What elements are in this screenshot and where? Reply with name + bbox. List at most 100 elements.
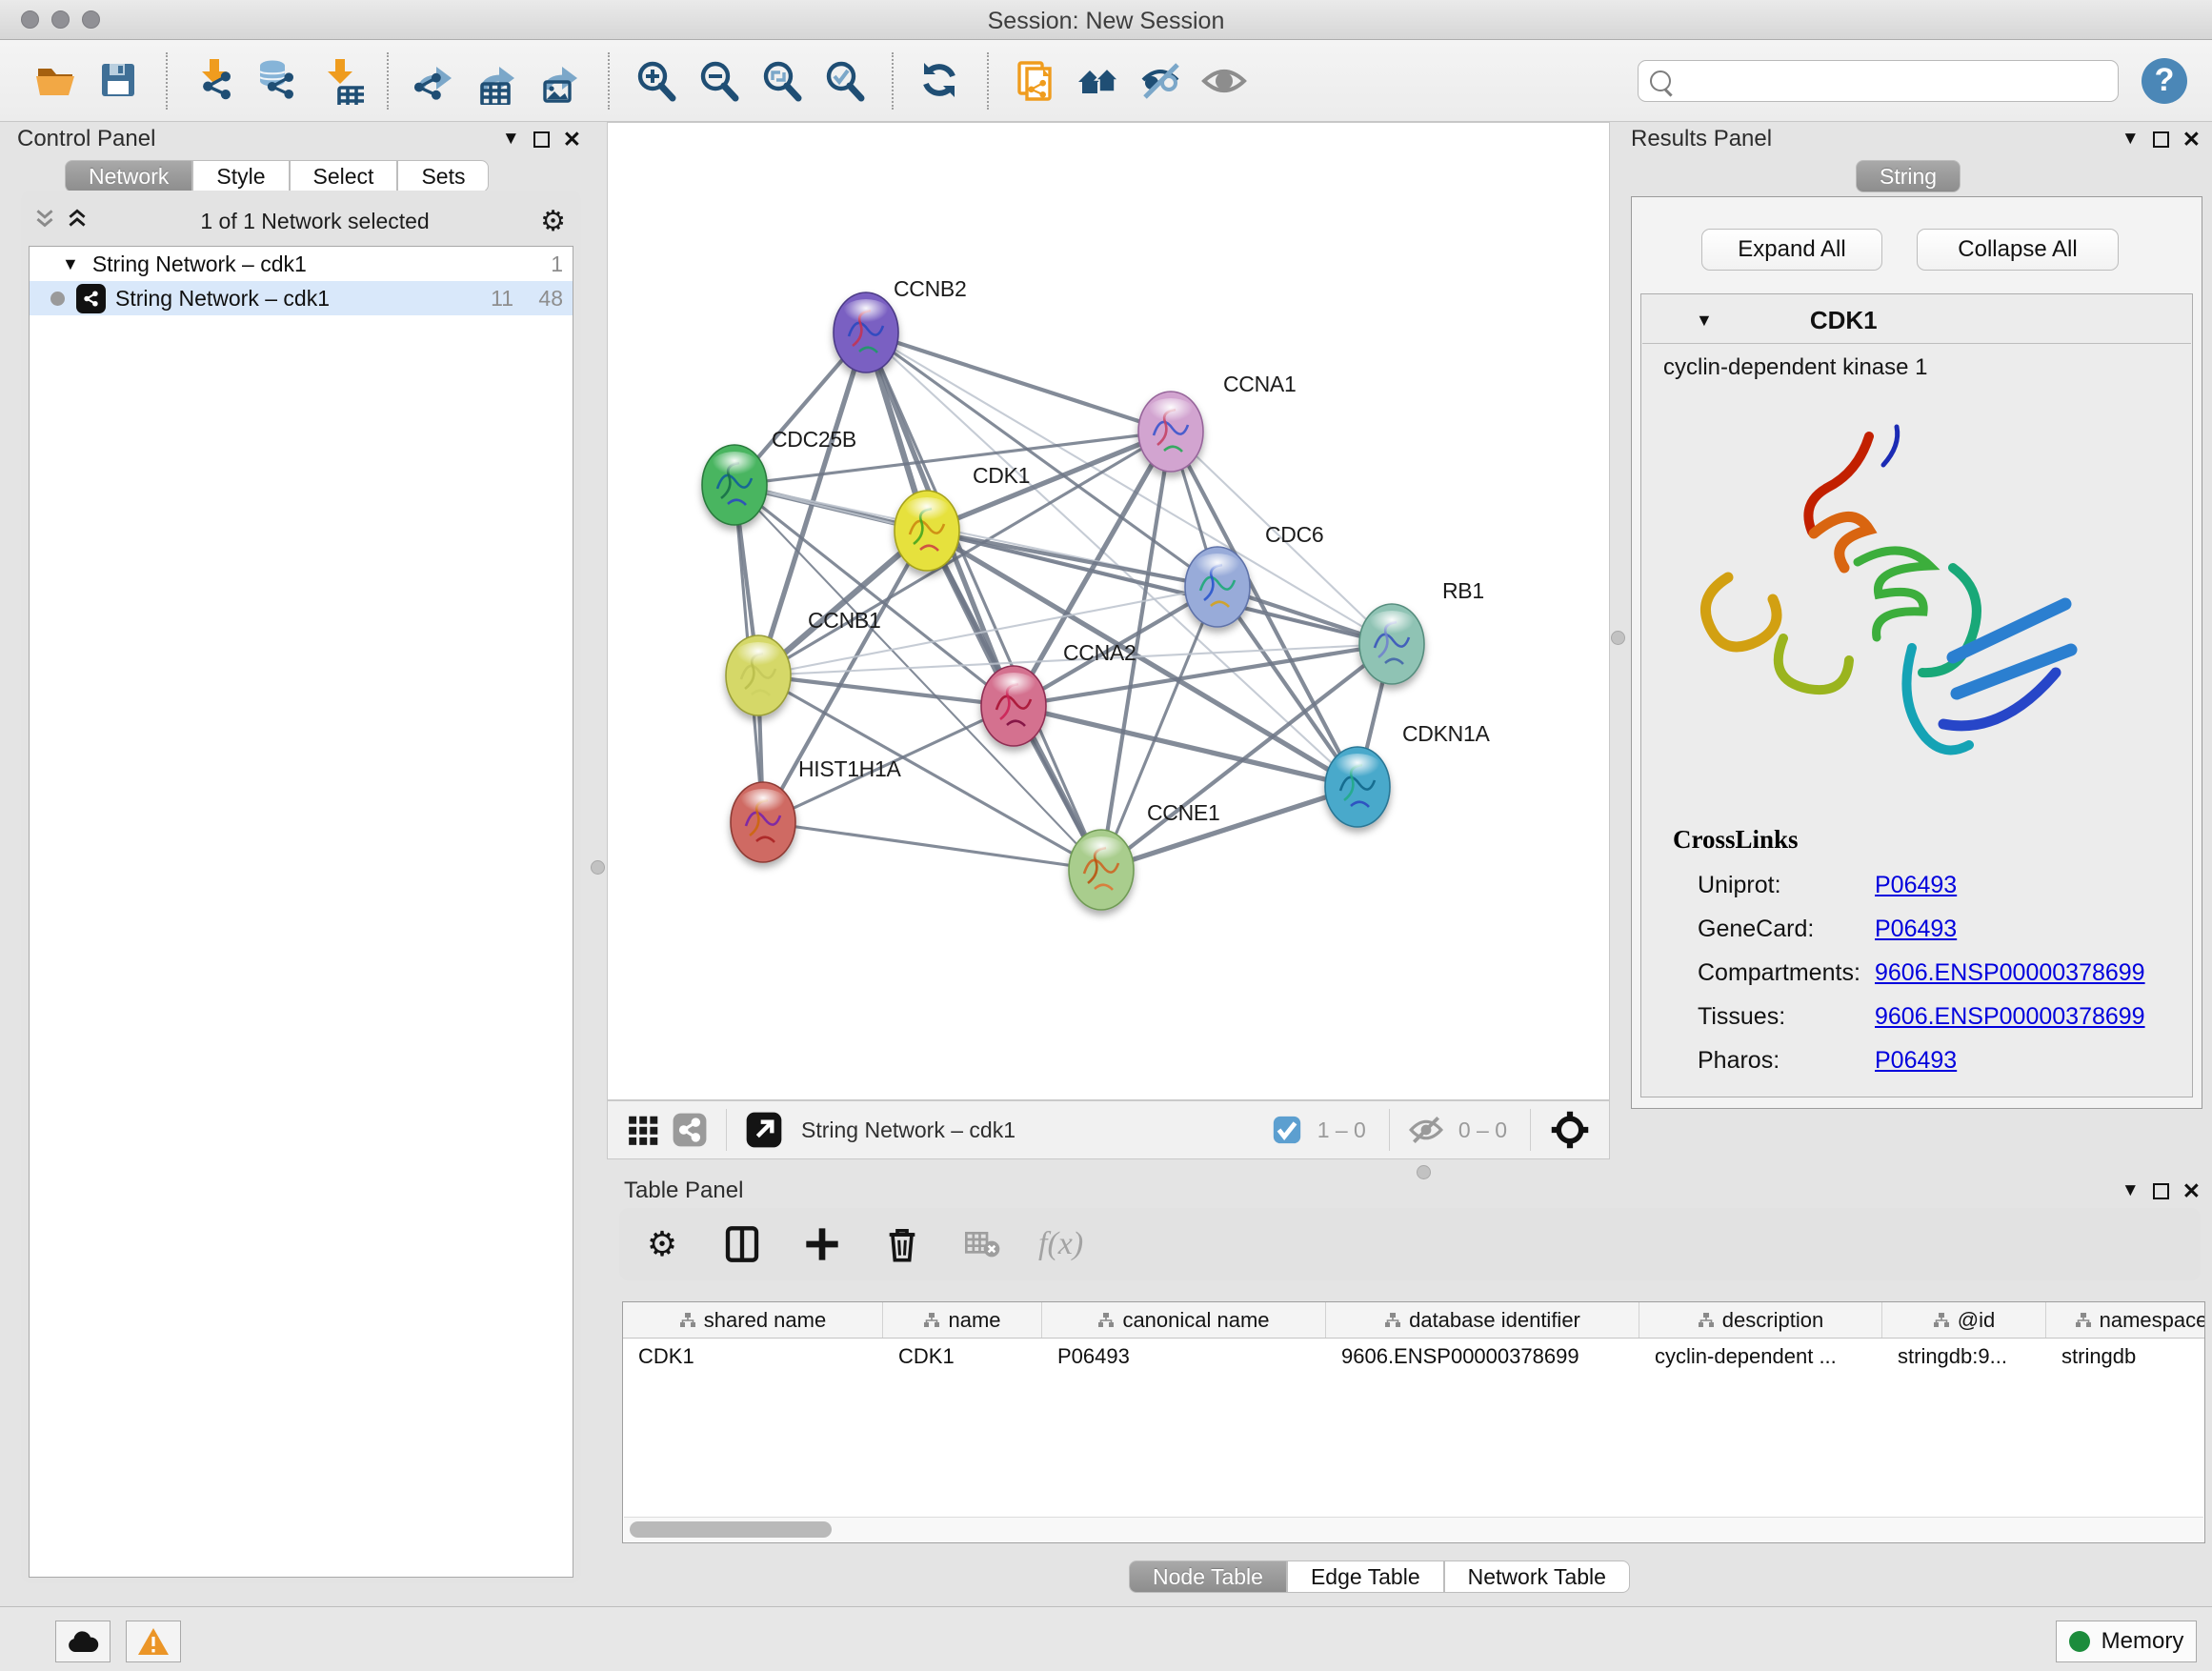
panel-close-icon[interactable]: ✕	[2182, 127, 2201, 152]
node-CDKN1A[interactable]	[1325, 747, 1390, 827]
column-header-namespace[interactable]: namespace	[2046, 1302, 2205, 1338]
node-CDC6[interactable]	[1185, 547, 1250, 627]
table-cell[interactable]: stringdb:9...	[1882, 1339, 2046, 1375]
crosslink-link[interactable]: P06493	[1875, 1047, 1957, 1075]
node-CCNA1[interactable]	[1138, 392, 1203, 472]
left-splitter-handle[interactable]	[591, 860, 605, 875]
grid-view-icon[interactable]	[626, 1112, 662, 1148]
node-RB1[interactable]	[1359, 604, 1424, 684]
column-header-@id[interactable]: @id	[1882, 1302, 2046, 1338]
crosslink-link[interactable]: P06493	[1875, 916, 1957, 943]
share-network-icon[interactable]	[672, 1112, 708, 1148]
right-splitter-handle[interactable]	[1611, 631, 1625, 645]
table-cell[interactable]: P06493	[1042, 1339, 1326, 1375]
collapse-all-networks-icon[interactable]	[65, 207, 90, 236]
import-network-icon[interactable]	[188, 54, 241, 108]
table-cell[interactable]: 9606.ENSP00000378699	[1326, 1339, 1639, 1375]
gene-section-header[interactable]: ▼ CDK1	[1640, 301, 2193, 339]
panel-menu-icon[interactable]: ▼	[2122, 129, 2140, 150]
gear-icon[interactable]: ⚙	[540, 205, 566, 238]
expand-all-networks-icon[interactable]	[32, 207, 57, 236]
zoom-out-icon[interactable]	[693, 54, 746, 108]
column-header-name[interactable]: name	[883, 1302, 1042, 1338]
network-tree-row[interactable]: ▼String Network – cdk11	[30, 247, 573, 281]
open-folder-icon[interactable]	[30, 54, 83, 108]
crosslink-label: Tissues:	[1698, 1003, 1875, 1031]
help-button[interactable]: ?	[2142, 58, 2187, 104]
import-database-icon[interactable]	[251, 54, 304, 108]
crosslink-link[interactable]: 9606.ENSP00000378699	[1875, 959, 2145, 987]
refresh-icon[interactable]	[914, 54, 967, 108]
zoom-fit-icon[interactable]	[755, 54, 809, 108]
save-icon[interactable]	[92, 54, 146, 108]
tab-network[interactable]: Network	[65, 160, 192, 192]
delete-column-trash-icon[interactable]	[883, 1225, 921, 1263]
eye-icon[interactable]	[1197, 54, 1251, 108]
warning-button[interactable]	[126, 1621, 181, 1662]
cloud-button[interactable]	[55, 1621, 111, 1662]
selected-checkbox-icon[interactable]	[1271, 1114, 1303, 1146]
crosslink-link[interactable]: P06493	[1875, 872, 1957, 899]
table-cell[interactable]: CDK1	[623, 1339, 883, 1375]
network-view-toolbar: String Network – cdk1 1 – 0 0 – 0	[607, 1100, 1610, 1159]
collapse-section-icon[interactable]: ▼	[1696, 311, 1713, 331]
table-cell[interactable]: cyclin-dependent ...	[1639, 1339, 1882, 1375]
panel-menu-icon[interactable]: ▼	[2122, 1180, 2140, 1201]
expand-all-button[interactable]: Expand All	[1701, 229, 1882, 271]
panel-float-icon[interactable]	[2153, 131, 2169, 148]
glasses-slash-icon[interactable]	[1135, 54, 1188, 108]
node-HIST1H1A[interactable]	[731, 782, 795, 862]
collapse-collection-icon[interactable]: ▼	[62, 254, 79, 274]
table-row[interactable]: CDK1CDK1P064939606.ENSP00000378699cyclin…	[623, 1339, 2204, 1375]
tab-string[interactable]: String	[1856, 160, 1961, 192]
edge-CCNB2-CCNE1	[866, 332, 1101, 870]
node-CCNA2[interactable]	[981, 666, 1046, 746]
birdseye-crosshair-icon[interactable]	[1549, 1109, 1591, 1151]
zoom-in-icon[interactable]	[630, 54, 683, 108]
export-network-icon[interactable]	[409, 54, 462, 108]
column-header-canonical-name[interactable]: canonical name	[1042, 1302, 1326, 1338]
homology-icon[interactable]	[1072, 54, 1125, 108]
node-CDC25B[interactable]	[702, 445, 767, 525]
search-input[interactable]	[1680, 68, 2106, 94]
column-header-database-identifier[interactable]: database identifier	[1326, 1302, 1639, 1338]
node-CCNB1[interactable]	[726, 635, 791, 715]
node-CDK1[interactable]	[895, 491, 959, 571]
tab-node-table[interactable]: Node Table	[1129, 1560, 1287, 1593]
table-cell[interactable]: CDK1	[883, 1339, 1042, 1375]
tab-select[interactable]: Select	[290, 160, 398, 192]
column-header-shared-name[interactable]: shared name	[623, 1302, 883, 1338]
tab-style[interactable]: Style	[192, 160, 289, 192]
panel-close-icon[interactable]: ✕	[2182, 1178, 2201, 1204]
delete-table-icon	[963, 1225, 1001, 1263]
export-image-icon[interactable]	[534, 54, 588, 108]
import-table-icon[interactable]	[313, 54, 367, 108]
panel-menu-icon[interactable]: ▼	[502, 129, 520, 150]
crosslink-link[interactable]: 9606.ENSP00000378699	[1875, 1003, 2145, 1031]
memory-button[interactable]: Memory	[2056, 1621, 2197, 1662]
tab-network-table[interactable]: Network Table	[1444, 1560, 1630, 1593]
toolbar-separator	[166, 52, 168, 110]
network-tree-row[interactable]: String Network – cdk11148	[30, 281, 573, 315]
node-CCNB2[interactable]	[834, 292, 898, 372]
collapse-all-button[interactable]: Collapse All	[1917, 229, 2119, 271]
network-canvas[interactable]: CCNB2CCNA1CDC25BCDK1CDC6RB1CCNB1CCNA2CDK…	[607, 122, 1610, 1100]
search-box[interactable]	[1638, 60, 2119, 102]
tab-edge-table[interactable]: Edge Table	[1287, 1560, 1444, 1593]
string-documents-icon[interactable]	[1009, 54, 1062, 108]
horizontal-scrollbar[interactable]	[624, 1517, 2203, 1541]
panel-close-icon[interactable]: ✕	[563, 127, 581, 152]
create-column-plus-icon[interactable]	[803, 1225, 841, 1263]
open-in-window-icon[interactable]	[745, 1111, 783, 1149]
tab-sets[interactable]: Sets	[397, 160, 489, 192]
panel-float-icon[interactable]	[2153, 1183, 2169, 1199]
column-header-description[interactable]: description	[1639, 1302, 1882, 1338]
scrollbar-thumb[interactable]	[630, 1521, 832, 1538]
panel-float-icon[interactable]	[533, 131, 550, 148]
zoom-selected-icon[interactable]	[818, 54, 872, 108]
node-CCNE1[interactable]	[1069, 830, 1134, 910]
show-columns-icon[interactable]	[723, 1225, 761, 1263]
table-settings-gear-icon[interactable]: ⚙	[643, 1225, 681, 1263]
table-cell[interactable]: stringdb	[2046, 1339, 2205, 1375]
export-table-icon[interactable]	[472, 54, 525, 108]
